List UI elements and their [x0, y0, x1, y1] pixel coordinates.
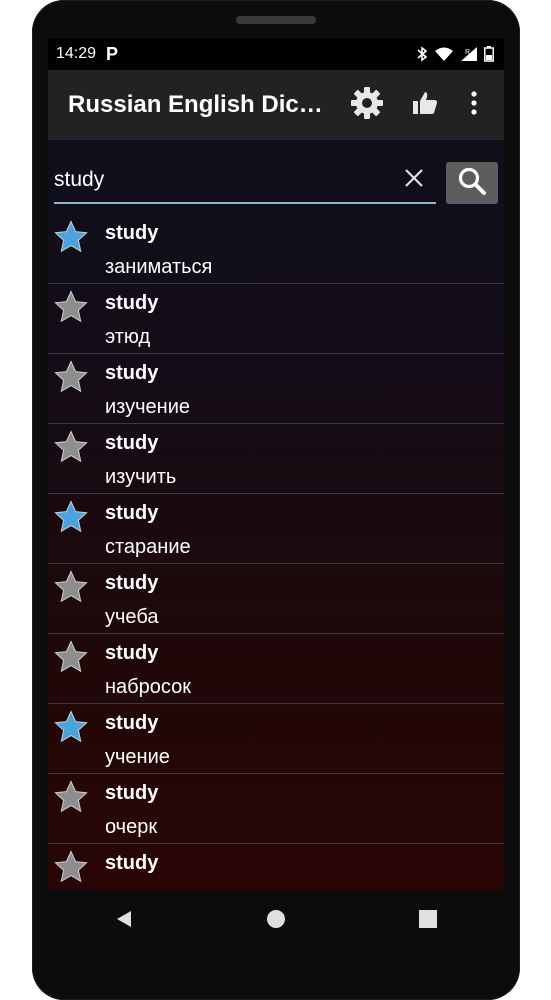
result-word: study	[105, 292, 159, 314]
result-translation: этюд	[105, 326, 151, 348]
result-word: study	[105, 222, 159, 244]
result-translation: учение	[105, 746, 170, 768]
star-icon[interactable]	[54, 570, 88, 604]
svg-text:R: R	[465, 49, 470, 56]
search-icon	[457, 166, 487, 201]
thumbs-up-icon	[411, 89, 439, 122]
signal-icon: R	[460, 46, 478, 62]
result-translation: учеба	[105, 606, 159, 628]
wifi-icon	[434, 46, 454, 62]
settings-icon	[350, 86, 384, 125]
search-button[interactable]	[446, 162, 498, 204]
battery-icon	[484, 46, 494, 62]
search-input[interactable]	[54, 162, 394, 198]
list-item[interactable]: study учеба	[48, 564, 504, 634]
navigation-bar	[48, 890, 504, 952]
app-bar: Russian English Dicti...	[48, 70, 504, 140]
result-translation: изучить	[105, 466, 177, 488]
search-field	[54, 162, 436, 204]
star-icon[interactable]	[54, 640, 88, 674]
list-item[interactable]: study этюд	[48, 284, 504, 354]
back-button[interactable]	[94, 896, 154, 946]
result-word: study	[105, 432, 159, 454]
list-item[interactable]: study изучение	[48, 354, 504, 424]
result-word: study	[105, 362, 159, 384]
more-vert-icon	[470, 90, 478, 121]
status-time: 14:29	[56, 45, 97, 62]
list-item[interactable]: study очерк	[48, 774, 504, 844]
list-item[interactable]: study старание	[48, 494, 504, 564]
app-indicator-icon: P	[106, 43, 119, 64]
status-bar: 14:29 P R	[48, 38, 504, 70]
list-item[interactable]: study учение	[48, 704, 504, 774]
recents-icon	[418, 909, 438, 934]
list-item[interactable]: study выучивать	[48, 844, 504, 890]
result-translation: старание	[105, 536, 191, 558]
result-translation: очерк	[105, 816, 158, 838]
phone-speaker	[236, 16, 316, 24]
result-word: study	[105, 852, 159, 874]
content-area: study заниматься study этюд study изучен…	[48, 140, 504, 890]
clear-button[interactable]	[400, 166, 428, 194]
list-item[interactable]: study набросок	[48, 634, 504, 704]
star-icon[interactable]	[54, 710, 88, 744]
list-item[interactable]: study заниматься	[48, 214, 504, 284]
screen: 14:29 P R Russian English Dicti... study…	[48, 38, 504, 890]
phone-frame: 14:29 P R Russian English Dicti... study…	[32, 0, 520, 1000]
rate-button[interactable]	[396, 77, 454, 133]
result-translation: набросок	[105, 676, 191, 698]
result-word: study	[105, 712, 159, 734]
home-icon	[266, 909, 286, 934]
back-icon	[114, 909, 134, 934]
result-word: study	[105, 642, 159, 664]
star-icon[interactable]	[54, 780, 88, 814]
bluetooth-icon	[416, 46, 428, 62]
result-translation: изучение	[105, 396, 190, 418]
result-translation: заниматься	[105, 256, 213, 278]
star-icon[interactable]	[54, 290, 88, 324]
close-icon	[404, 168, 424, 193]
result-word: study	[105, 572, 159, 594]
settings-button[interactable]	[338, 77, 396, 133]
result-word: study	[105, 782, 159, 804]
result-word: study	[105, 502, 159, 524]
star-icon[interactable]	[54, 500, 88, 534]
app-title: Russian English Dicti...	[68, 91, 328, 118]
star-icon[interactable]	[54, 360, 88, 394]
home-button[interactable]	[246, 896, 306, 946]
list-item[interactable]: study изучить	[48, 424, 504, 494]
search-row	[48, 140, 504, 206]
star-icon[interactable]	[54, 430, 88, 464]
star-icon[interactable]	[54, 220, 88, 254]
recents-button[interactable]	[398, 896, 458, 946]
results-list: study заниматься study этюд study изучен…	[48, 214, 504, 890]
star-icon[interactable]	[54, 850, 88, 884]
more-options-button[interactable]	[454, 77, 494, 133]
